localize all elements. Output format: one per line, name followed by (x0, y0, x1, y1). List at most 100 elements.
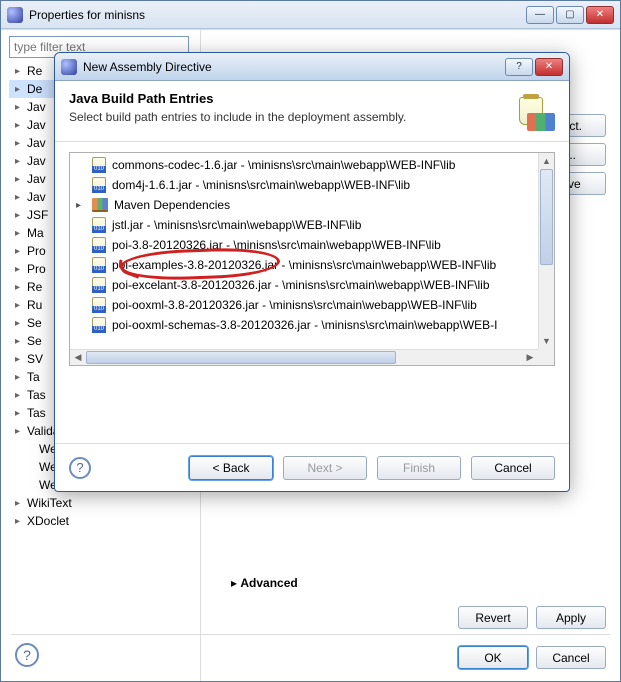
tree-expand-icon[interactable]: ▸ (15, 174, 27, 185)
tree-expand-icon[interactable]: ▸ (15, 84, 27, 95)
ok-button[interactable]: OK (458, 646, 528, 669)
scroll-down-icon[interactable]: ▼ (539, 333, 554, 349)
dialog-title: New Assembly Directive (83, 60, 212, 74)
tree-expand-icon[interactable]: ▸ (15, 516, 27, 527)
dialog-help-titlebutton[interactable]: ? (505, 58, 533, 76)
dialog-header: Java Build Path Entries Select build pat… (55, 81, 569, 142)
tree-expand-icon[interactable]: ▸ (15, 354, 27, 365)
jar-icon (92, 157, 106, 173)
list-item-label: Maven Dependencies (114, 198, 230, 212)
tree-item-label: JSF (27, 208, 48, 222)
list-item[interactable]: dom4j-1.6.1.jar - \minisns\src\main\weba… (76, 175, 538, 195)
tree-expand-icon[interactable]: ▸ (15, 228, 27, 239)
properties-title: Properties for minisns (29, 8, 145, 22)
tree-expand-icon[interactable]: ▸ (15, 318, 27, 329)
tree-item[interactable]: ▸WikiText (9, 494, 196, 512)
jar-icon (92, 317, 106, 333)
dialog-help-icon[interactable]: ? (69, 457, 91, 479)
expand-icon[interactable]: ▸ (76, 200, 86, 211)
finish-button[interactable]: Finish (377, 456, 461, 480)
maximize-button[interactable]: ▢ (556, 6, 584, 24)
cancel-button[interactable]: Cancel (536, 646, 606, 669)
dialog-subheading: Select build path entries to include in … (69, 110, 507, 124)
back-button[interactable]: < Back (189, 456, 273, 480)
list-item-label: commons-codec-1.6.jar - \minisns\src\mai… (112, 158, 455, 172)
tree-item-label: XDoclet (27, 514, 69, 528)
list-item[interactable]: jstl.jar - \minisns\src\main\webapp\WEB-… (76, 215, 538, 235)
list-item-label: poi-ooxml-schemas-3.8-20120326.jar - \mi… (112, 318, 497, 332)
list-item[interactable]: poi-ooxml-3.8-20120326.jar - \minisns\sr… (76, 295, 538, 315)
list-item[interactable]: ▸ Maven Dependencies (76, 195, 538, 215)
tree-item-label: Ma (27, 226, 44, 240)
help-icon[interactable]: ? (15, 643, 39, 667)
tree-expand-icon[interactable]: ▸ (15, 210, 27, 221)
list-item-label: poi-examples-3.8-20120326.jar - \minisns… (112, 258, 496, 272)
tree-expand-icon[interactable]: ▸ (15, 300, 27, 311)
list-item-label: poi-ooxml-3.8-20120326.jar - \minisns\sr… (112, 298, 477, 312)
tree-item-label: Se (27, 316, 42, 330)
scroll-corner (538, 349, 554, 365)
close-button[interactable]: ✕ (586, 6, 614, 24)
jar-icon (92, 237, 106, 253)
vertical-scrollbar[interactable]: ▲ ▼ (538, 153, 554, 349)
jar-icon (92, 277, 106, 293)
dialog-cancel-button[interactable]: Cancel (471, 456, 555, 480)
tree-expand-icon[interactable]: ▸ (15, 372, 27, 383)
list-item-label: poi-3.8-20120326.jar - \minisns\src\main… (112, 238, 441, 252)
library-icon (92, 198, 108, 212)
minimize-button[interactable]: — (526, 6, 554, 24)
scroll-left-icon[interactable]: ◀ (70, 350, 86, 365)
tree-item-label: Jav (27, 172, 46, 186)
list-item[interactable]: commons-codec-1.6.jar - \minisns\src\mai… (76, 155, 538, 175)
dialog-button-bar: ? < Back Next > Finish Cancel (55, 443, 569, 491)
tree-item[interactable]: ▸XDoclet (9, 512, 196, 530)
separator (11, 634, 610, 635)
tree-item-label: Se (27, 334, 42, 348)
jar-icon (92, 297, 106, 313)
horizontal-scrollbar[interactable]: ◀ ▶ (70, 349, 538, 365)
revert-button[interactable]: Revert (458, 606, 528, 629)
build-path-entries-list[interactable]: commons-codec-1.6.jar - \minisns\src\mai… (69, 152, 555, 366)
tree-expand-icon[interactable]: ▸ (15, 498, 27, 509)
properties-titlebar[interactable]: Properties for minisns — ▢ ✕ (1, 1, 620, 29)
eclipse-icon (7, 7, 23, 23)
horizontal-scroll-thumb[interactable] (86, 351, 396, 364)
list-item[interactable]: poi-ooxml-schemas-3.8-20120326.jar - \mi… (76, 315, 538, 335)
tree-item-label: SV (27, 352, 43, 366)
scroll-up-icon[interactable]: ▲ (539, 153, 554, 169)
banner-jar-icon (507, 91, 555, 131)
tree-item-label: Jav (27, 154, 46, 168)
tree-expand-icon[interactable]: ▸ (15, 156, 27, 167)
list-item[interactable]: poi-examples-3.8-20120326.jar - \minisns… (76, 255, 538, 275)
list-item-label: poi-excelant-3.8-20120326.jar - \minisns… (112, 278, 490, 292)
tree-expand-icon[interactable]: ▸ (15, 390, 27, 401)
tree-expand-icon[interactable]: ▸ (15, 138, 27, 149)
vertical-scroll-thumb[interactable] (540, 169, 553, 265)
jar-icon (92, 217, 106, 233)
scroll-right-icon[interactable]: ▶ (522, 350, 538, 365)
tree-expand-icon[interactable]: ▸ (15, 264, 27, 275)
tree-item-label: Tas (27, 388, 46, 402)
tree-item-label: Jav (27, 118, 46, 132)
tree-expand-icon[interactable]: ▸ (15, 426, 27, 437)
tree-item-label: Ru (27, 298, 42, 312)
tree-expand-icon[interactable]: ▸ (15, 102, 27, 113)
tree-item-label: Re (27, 280, 42, 294)
list-item[interactable]: poi-excelant-3.8-20120326.jar - \minisns… (76, 275, 538, 295)
dialog-titlebar[interactable]: New Assembly Directive ? ✕ (55, 53, 569, 81)
tree-expand-icon[interactable]: ▸ (15, 66, 27, 77)
tree-expand-icon[interactable]: ▸ (15, 246, 27, 257)
tree-expand-icon[interactable]: ▸ (15, 120, 27, 131)
list-item[interactable]: poi-3.8-20120326.jar - \minisns\src\main… (76, 235, 538, 255)
list-item-label: jstl.jar - \minisns\src\main\webapp\WEB-… (112, 218, 361, 232)
tree-expand-icon[interactable]: ▸ (15, 336, 27, 347)
tree-item-label: WikiText (27, 496, 72, 510)
apply-button[interactable]: Apply (536, 606, 606, 629)
next-button[interactable]: Next > (283, 456, 367, 480)
tree-expand-icon[interactable]: ▸ (15, 408, 27, 419)
advanced-section-toggle[interactable]: Advanced (231, 576, 298, 590)
tree-item-label: De (27, 82, 42, 96)
tree-expand-icon[interactable]: ▸ (15, 192, 27, 203)
dialog-close-button[interactable]: ✕ (535, 58, 563, 76)
tree-expand-icon[interactable]: ▸ (15, 282, 27, 293)
